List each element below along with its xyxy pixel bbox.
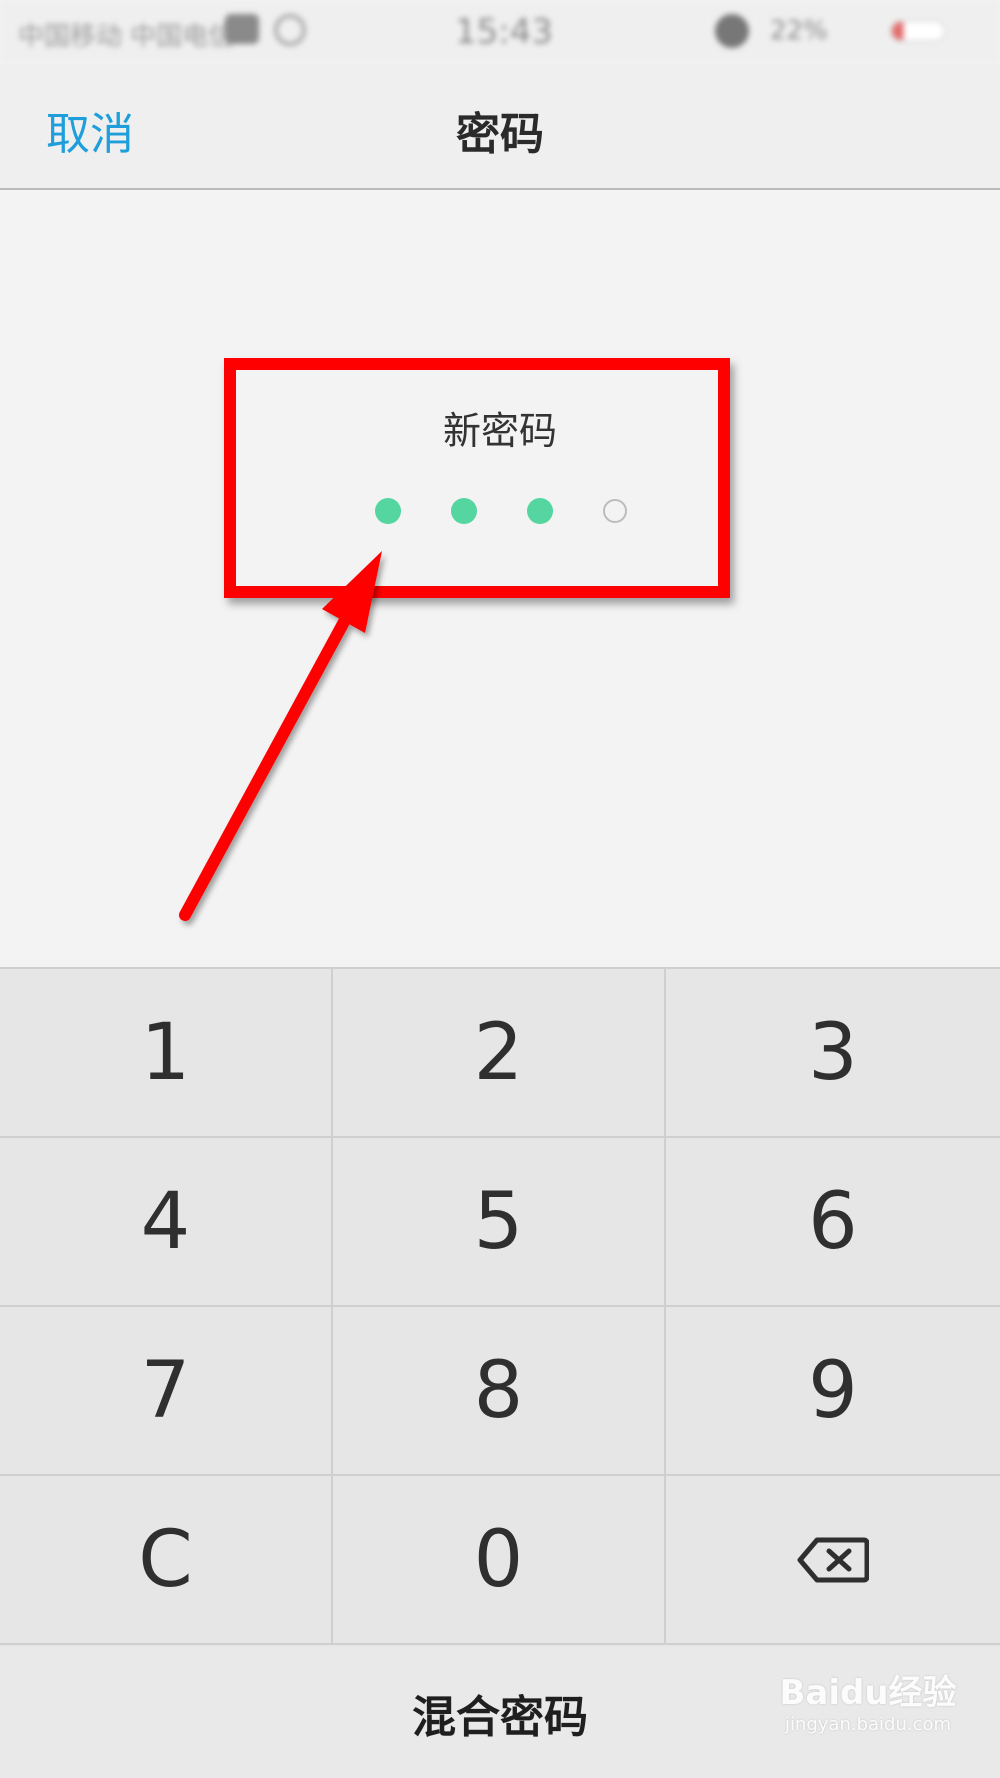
key-7[interactable]: 7 <box>0 1307 333 1476</box>
watermark-brand: Baidu经验 <box>779 1673 957 1713</box>
battery-percent: 22% <box>770 16 828 46</box>
key-2[interactable]: 2 <box>333 969 666 1138</box>
watermark-url: jingyan.baidu.com <box>784 1714 952 1735</box>
status-bar: 中国移动 中国电信 15:43 22% <box>0 0 1000 64</box>
alarm-icon <box>274 14 306 46</box>
backspace-icon <box>797 1537 869 1582</box>
carrier-label: 中国移动 中国电信 <box>18 22 235 52</box>
nav-bar: 取消 密码 <box>0 64 1000 190</box>
battery-icon <box>890 20 946 42</box>
signal-icon <box>225 14 259 44</box>
key-5[interactable]: 5 <box>333 1138 666 1307</box>
numeric-keypad: 1 2 3 4 5 6 7 8 9 C 0 <box>0 967 1000 1647</box>
key-4[interactable]: 4 <box>0 1138 333 1307</box>
status-time: 15:43 <box>455 12 553 52</box>
pin-indicator <box>0 0 1000 524</box>
key-9[interactable]: 9 <box>666 1307 1000 1476</box>
page-title: 密码 <box>456 109 544 160</box>
settings-icon <box>715 14 749 48</box>
baidu-watermark: Baidu经验 jingyan.baidu.com <box>768 1665 968 1765</box>
clear-button[interactable]: C <box>0 1476 333 1645</box>
key-6[interactable]: 6 <box>666 1138 1000 1307</box>
backspace-button[interactable] <box>666 1476 1000 1645</box>
key-0[interactable]: 0 <box>333 1476 666 1645</box>
key-8[interactable]: 8 <box>333 1307 666 1476</box>
key-1[interactable]: 1 <box>0 969 333 1138</box>
annotation-highlight-box <box>224 358 730 598</box>
key-3[interactable]: 3 <box>666 969 1000 1138</box>
